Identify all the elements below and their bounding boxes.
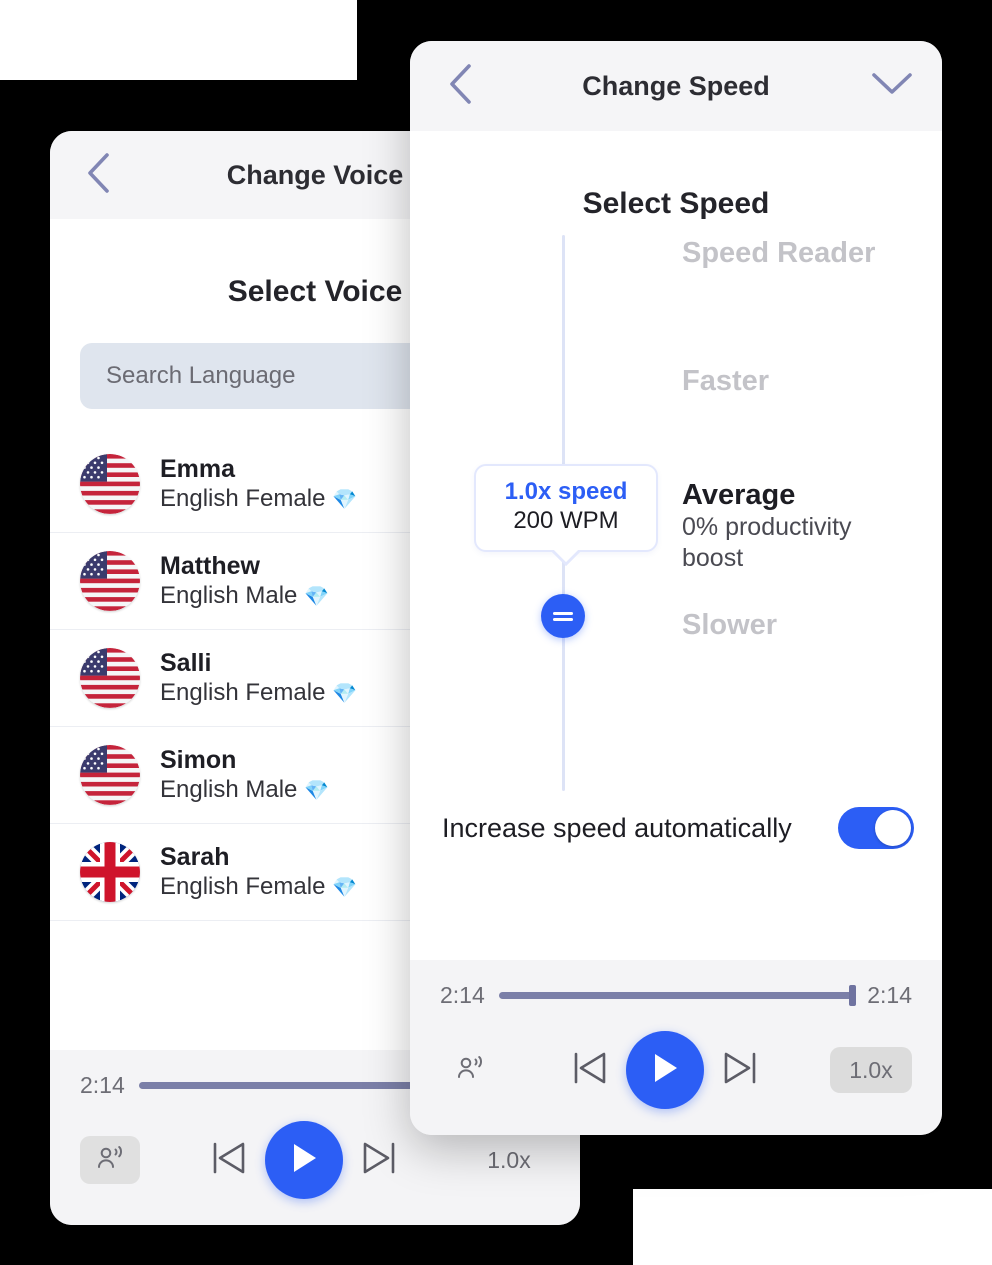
premium-gem-icon: 💎: [304, 779, 329, 802]
voice-text: Salli English Female 💎: [160, 649, 357, 707]
skip-next-button[interactable]: [359, 1137, 401, 1184]
playback-speed-button[interactable]: 1.0x: [830, 1047, 912, 1093]
change-speed-header: Change Speed: [410, 41, 942, 131]
voice-description-text: English Male: [160, 581, 298, 609]
flag-gb-icon: [80, 842, 140, 902]
premium-gem-icon: 💎: [332, 876, 357, 899]
transport-controls: 1.0x: [440, 1031, 912, 1109]
speed-panel-player: 2:14 2:14 1.0x: [410, 960, 942, 1135]
select-speed-heading: Select Speed: [582, 187, 770, 220]
voice-description-text: English Female: [160, 678, 326, 706]
play-button[interactable]: [265, 1121, 343, 1199]
increase-speed-automatically-label: Increase speed automatically: [442, 812, 792, 843]
skip-previous-icon: [568, 1047, 610, 1094]
voice-text: Sarah English Female 💎: [160, 843, 357, 901]
person-speaking-icon: [96, 1145, 124, 1176]
voice-name: Sarah: [160, 843, 230, 872]
speed-slider-handle[interactable]: [541, 594, 585, 638]
change-speed-panel: Change Speed Select Speed Speed Reader F…: [410, 41, 942, 1135]
background-block-top-left: [0, 0, 357, 80]
elapsed-time: 2:14: [440, 982, 485, 1008]
skip-next-icon: [720, 1047, 762, 1094]
voice-description: English Male 💎: [160, 776, 329, 804]
back-button[interactable]: [70, 147, 126, 203]
collapse-button[interactable]: [864, 58, 920, 114]
flag-us-icon: [80, 745, 140, 805]
change-voice-button[interactable]: [440, 1046, 500, 1094]
speed-slider[interactable]: Speed Reader Faster Average 0% productiv…: [410, 221, 942, 791]
voice-description: English Female 💎: [160, 679, 357, 707]
elapsed-time: 2:14: [80, 1072, 125, 1098]
flag-us-icon: [80, 551, 140, 611]
play-icon: [288, 1141, 320, 1180]
flag-us-icon: [80, 648, 140, 708]
label-average-subtitle: 0% productivity boost: [682, 513, 852, 573]
chevron-down-icon: [871, 71, 913, 102]
label-average: Average 0% productivity boost: [682, 479, 922, 575]
flag-us-icon: [80, 454, 140, 514]
skip-next-icon: [359, 1137, 401, 1184]
voice-name: Emma: [160, 455, 236, 484]
voice-text: Emma English Female 💎: [160, 455, 357, 513]
play-button[interactable]: [626, 1031, 704, 1109]
change-voice-button[interactable]: [80, 1136, 140, 1184]
tooltip-notch-fill: [551, 533, 581, 562]
progress-scrubber[interactable]: [498, 985, 857, 1006]
voice-description: English Female 💎: [160, 485, 357, 513]
premium-gem-icon: 💎: [332, 682, 357, 705]
voice-text: Simon English Male 💎: [160, 746, 329, 804]
toggle-knob: [875, 810, 911, 846]
drag-handle-icon: [553, 609, 573, 624]
voice-name: Salli: [160, 649, 212, 678]
playback-speed-button[interactable]: 1.0x: [468, 1137, 550, 1183]
tooltip-wpm: 200 WPM: [513, 506, 619, 534]
skip-previous-button[interactable]: [568, 1047, 610, 1094]
tooltip-speed: 1.0x speed: [504, 478, 628, 505]
label-faster: Faster: [682, 365, 922, 398]
label-slower-text: Slower: [682, 609, 778, 641]
label-average-title: Average: [682, 479, 796, 511]
label-speed-reader: Speed Reader: [682, 237, 922, 270]
premium-gem-icon: 💎: [304, 585, 329, 608]
person-speaking-icon: [456, 1055, 484, 1086]
label-slower: Slower: [682, 609, 922, 642]
progress-knob[interactable]: [849, 985, 857, 1006]
change-speed-title: Change Speed: [582, 70, 770, 101]
voice-description-text: English Female: [160, 872, 326, 900]
skip-previous-icon: [207, 1137, 249, 1184]
back-button[interactable]: [432, 58, 488, 114]
voice-description-text: English Female: [160, 484, 326, 512]
skip-previous-button[interactable]: [207, 1137, 249, 1184]
label-faster-text: Faster: [682, 365, 770, 397]
increase-speed-automatically-row: Increase speed automatically: [410, 791, 942, 865]
voice-name: Simon: [160, 746, 237, 775]
label-speed-reader-text: Speed Reader: [682, 237, 876, 269]
progress-row: 2:14 2:14: [440, 982, 912, 1009]
voice-name: Matthew: [160, 552, 260, 581]
play-icon: [649, 1051, 681, 1090]
duration-time: 2:14: [867, 982, 912, 1008]
chevron-left-icon: [85, 152, 111, 199]
speed-tooltip: 1.0x speed 200 WPM: [474, 464, 658, 566]
voice-description: English Male 💎: [160, 582, 329, 610]
background-block-bottom-right: [633, 1189, 992, 1265]
skip-next-button[interactable]: [720, 1047, 762, 1094]
increase-speed-automatically-toggle[interactable]: [838, 807, 914, 849]
transport-group: [500, 1031, 830, 1109]
voice-description-text: English Male: [160, 775, 298, 803]
voice-description: English Female 💎: [160, 873, 357, 901]
premium-gem-icon: 💎: [332, 488, 357, 511]
chevron-left-icon: [447, 63, 473, 110]
voice-text: Matthew English Male 💎: [160, 552, 329, 610]
